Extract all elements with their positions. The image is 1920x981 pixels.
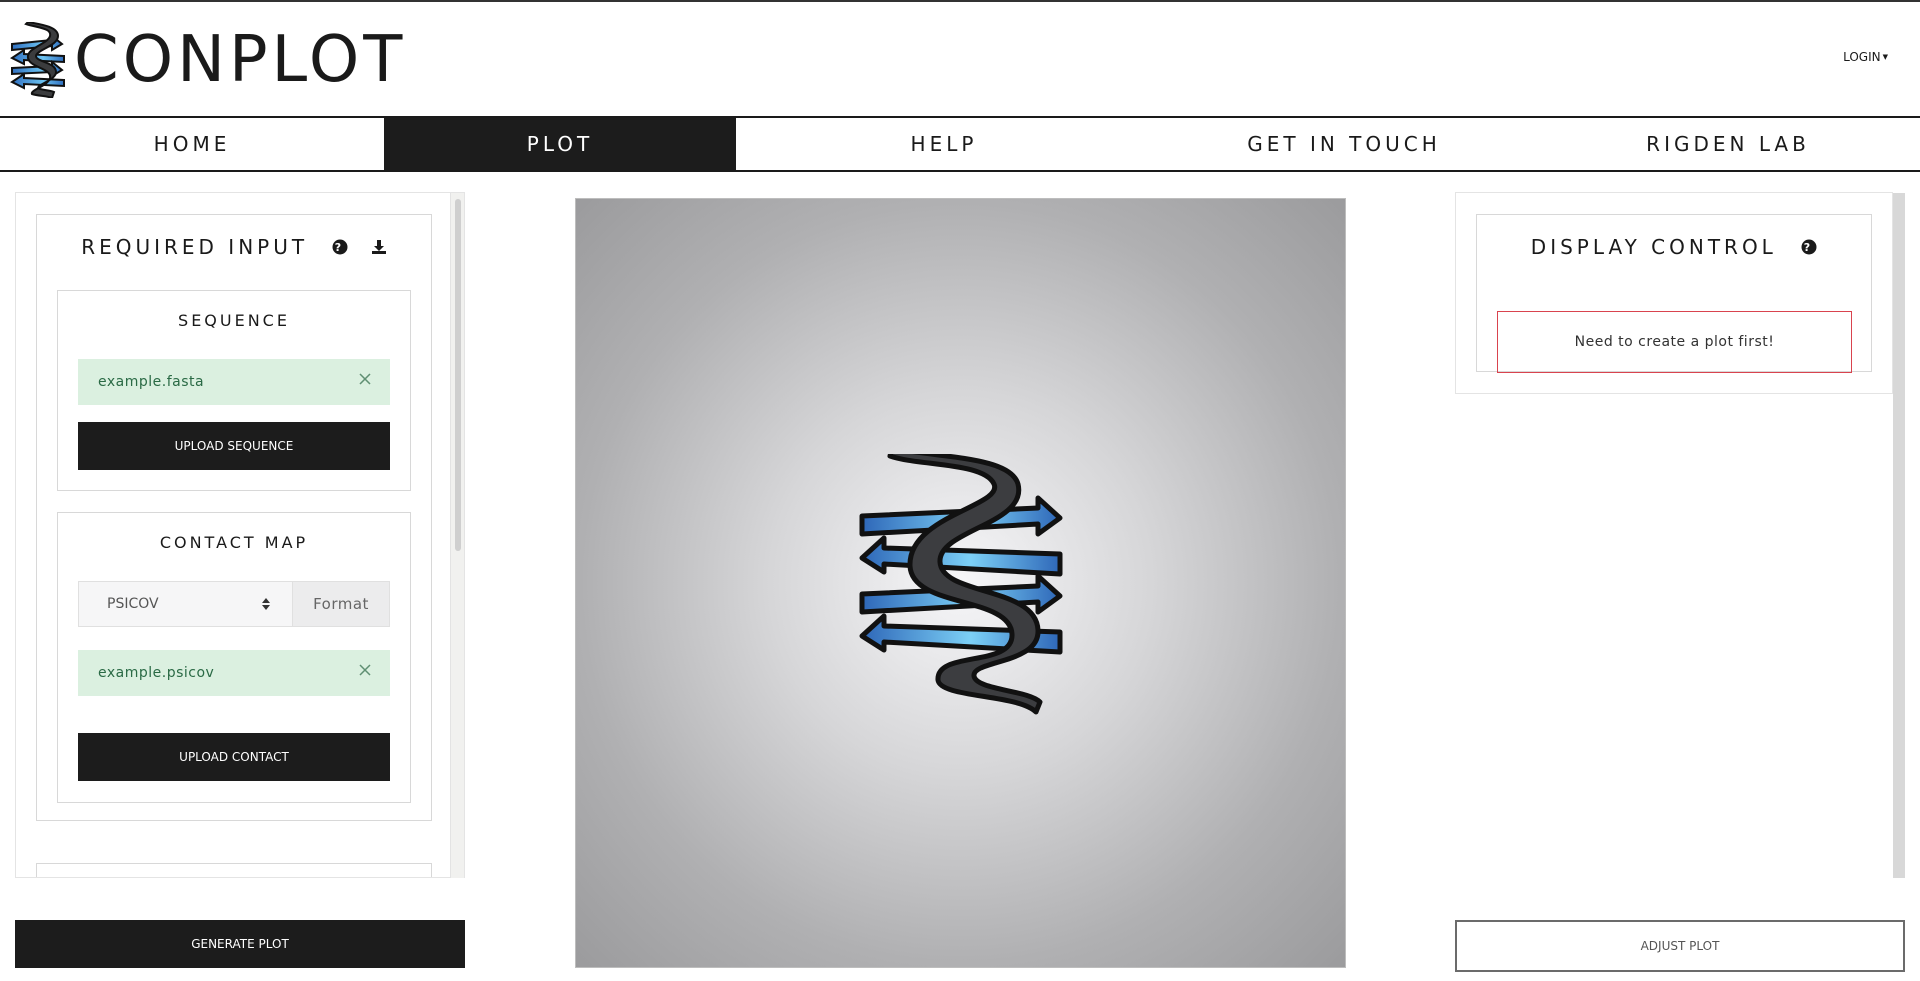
generate-plot-label: GENERATE PLOT <box>191 937 289 951</box>
nav-help[interactable]: HELP <box>736 118 1152 170</box>
format-addon: Format <box>292 582 389 626</box>
upload-sequence-label: UPLOAD SEQUENCE <box>174 439 294 453</box>
display-control-title: DISPLAY CONTROL <box>1530 235 1777 259</box>
required-input-card: REQUIRED INPUT ? SEQUENCE example.fasta … <box>36 214 432 821</box>
required-input-header: REQUIRED INPUT ? <box>37 235 431 259</box>
close-icon[interactable] <box>358 372 372 386</box>
login-label: LOGIN <box>1843 50 1881 64</box>
nav-plot-label: PLOT <box>526 132 594 156</box>
conplot-helix-logo-icon <box>859 454 1063 715</box>
sequence-title: SEQUENCE <box>178 311 290 330</box>
brand[interactable]: CONPLOT <box>8 22 406 98</box>
svg-text:?: ? <box>1804 241 1814 254</box>
contact-file-chip: example.psicov <box>78 650 390 696</box>
scrollbar-thumb[interactable] <box>455 199 461 551</box>
sequence-file-name: example.fasta <box>98 374 205 390</box>
format-value: PSICOV <box>107 596 159 612</box>
nav-home[interactable]: HOME <box>0 118 384 170</box>
contact-map-title: CONTACT MAP <box>159 533 309 552</box>
adjust-plot-button[interactable]: ADJUST PLOT <box>1455 920 1905 972</box>
left-panel: REQUIRED INPUT ? SEQUENCE example.fasta … <box>15 192 465 878</box>
display-control-panel: DISPLAY CONTROL ? Need to create a plot … <box>1455 192 1893 394</box>
download-icon[interactable] <box>371 239 387 255</box>
nav-help-label: HELP <box>910 132 978 156</box>
required-input-title: REQUIRED INPUT <box>81 235 309 259</box>
question-circle-icon[interactable]: ? <box>1801 239 1817 255</box>
additional-input-card <box>36 863 432 877</box>
brand-name: CONPLOT <box>74 23 407 97</box>
format-dropdown[interactable]: PSICOV <box>79 582 292 626</box>
upload-contact-button[interactable]: UPLOAD CONTACT <box>78 733 390 781</box>
adjust-plot-label: ADJUST PLOT <box>1640 939 1720 953</box>
contact-map-card: CONTACT MAP PSICOV Format example.psicov… <box>57 512 411 803</box>
conplot-helix-logo-icon <box>10 22 65 98</box>
upload-sequence-button[interactable]: UPLOAD SEQUENCE <box>78 422 390 470</box>
contact-format-select[interactable]: PSICOV Format <box>78 581 390 627</box>
no-plot-warning: Need to create a plot first! <box>1497 311 1852 373</box>
contact-file-name: example.psicov <box>98 665 215 681</box>
generate-plot-button[interactable]: GENERATE PLOT <box>15 920 465 968</box>
nav-get-in-touch[interactable]: GET IN TOUCH <box>1152 118 1536 170</box>
plot-canvas <box>575 198 1346 968</box>
caret-down-icon: ▼ <box>1882 53 1888 61</box>
sort-arrows-icon <box>262 598 270 610</box>
nav-rigden-lab[interactable]: RIGDEN LAB <box>1536 118 1920 170</box>
svg-text:?: ? <box>335 241 345 254</box>
login-dropdown[interactable]: LOGIN ▼ <box>1843 50 1888 64</box>
main-nav: HOME PLOT HELP GET IN TOUCH RIGDEN LAB <box>0 116 1920 172</box>
right-panel-scrollbar[interactable] <box>1893 193 1905 878</box>
nav-get-in-touch-label: GET IN TOUCH <box>1247 132 1441 156</box>
sequence-card: SEQUENCE example.fasta UPLOAD SEQUENCE <box>57 290 411 491</box>
nav-plot[interactable]: PLOT <box>384 118 736 170</box>
display-control-card: DISPLAY CONTROL ? Need to create a plot … <box>1476 214 1872 373</box>
question-circle-icon[interactable]: ? <box>332 239 348 255</box>
nav-home-label: HOME <box>153 132 231 156</box>
left-panel-scrollbar[interactable] <box>450 193 464 878</box>
no-plot-message: Need to create a plot first! <box>1574 334 1775 350</box>
nav-rigden-lab-label: RIGDEN LAB <box>1646 132 1810 156</box>
sequence-file-chip: example.fasta <box>78 359 390 405</box>
upload-contact-label: UPLOAD CONTACT <box>179 750 289 764</box>
close-icon[interactable] <box>358 663 372 677</box>
display-control-header: DISPLAY CONTROL ? <box>1477 235 1871 259</box>
site-header: CONPLOT LOGIN ▼ <box>0 2 1920 116</box>
